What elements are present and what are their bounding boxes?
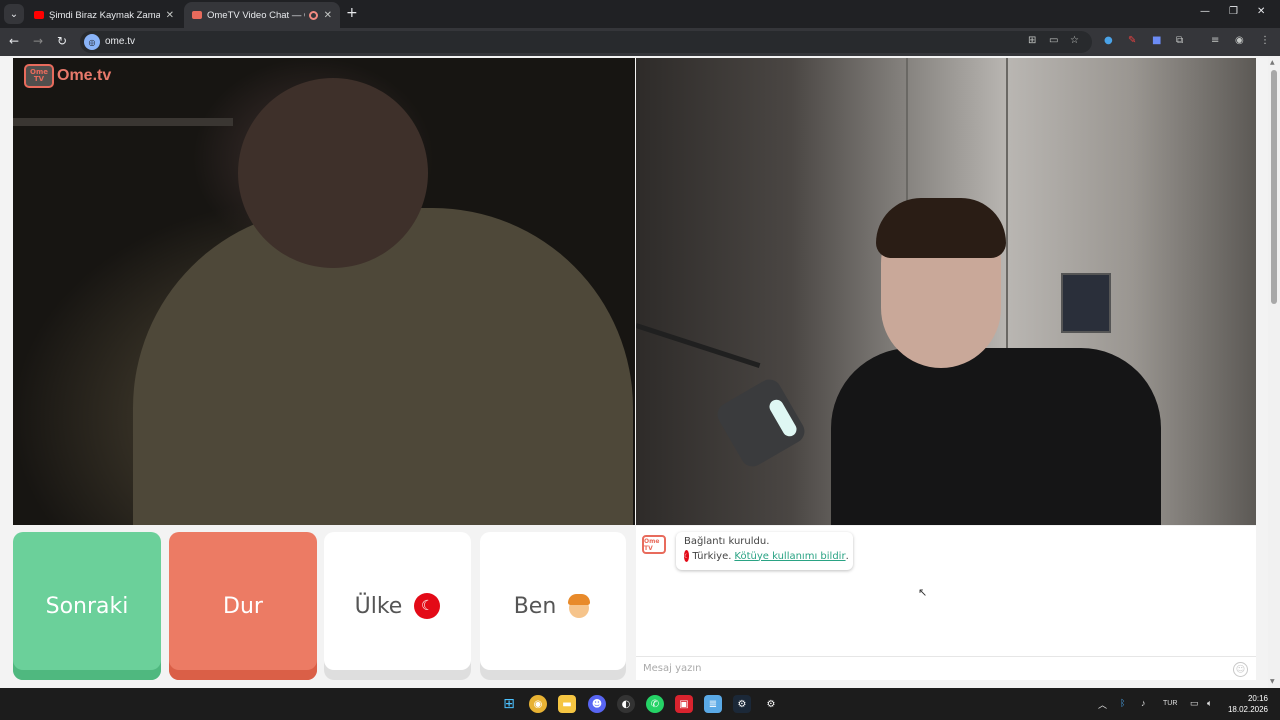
volume-icon[interactable]: 🔈︎ [1207,698,1212,709]
connection-status: Bağlantı kuruldu. [684,536,770,547]
settings-gear-icon[interactable]: ⚙ [762,695,780,713]
bluetooth-icon[interactable]: ᛒ [1120,698,1125,708]
chat-panel: Ome TV Bağlantı kuruldu. ☾ Türkiye. Kötü… [636,526,1256,680]
clock-time: 20:16 [1247,694,1268,703]
ometv-logo-icon: Ome TV [24,64,54,88]
bookmark-star-icon[interactable]: ☆ [1070,35,1079,46]
obs-icon[interactable]: ◐ [617,695,635,713]
whatsapp-icon[interactable]: ✆ [646,695,664,713]
menu-kebab-icon[interactable]: ⋮ [1260,35,1270,46]
extension-blue-icon[interactable]: ● [1104,35,1113,46]
close-tab-icon[interactable]: ✕ [324,10,332,21]
stranger-face [238,78,428,268]
red-app-icon[interactable]: ▣ [675,695,693,713]
ometv-page: Ome TV Ome.tv Sonraki Dur Ülke ☾ Ben Ome… [0,56,1280,688]
tab-ometv[interactable]: OmeTV Video Chat — Ome ✕ [184,2,340,28]
profile-avatar-icon[interactable]: ◉ [1235,35,1244,46]
message-placeholder: Mesaj yazın [643,663,702,674]
network-icon[interactable]: ▭ [1190,698,1199,709]
url-text: ome.tv [105,36,136,47]
extensions-puzzle-icon[interactable]: ⧉ [1176,35,1183,46]
tab-search-button[interactable]: ⌄ [4,4,24,24]
input-language[interactable]: TUR [1163,700,1177,707]
period-text: . [845,550,849,562]
next-label: Sonraki [45,593,129,619]
minimize-icon[interactable]: — [1200,6,1210,17]
tab-youtube[interactable]: Şimdi Biraz Kaymak Zamanısss ✕ [26,2,182,28]
windows-start-icon[interactable]: ⊞ [500,695,518,713]
stop-button[interactable]: Dur [169,532,317,680]
file-explorer-icon[interactable]: ▬ [558,695,576,713]
extension-shield-icon[interactable]: ■ [1152,35,1161,46]
tray-overflow-icon[interactable]: ︿ [1098,698,1107,711]
boy-avatar-icon [566,593,592,619]
scroll-thumb[interactable] [1271,70,1277,304]
forward-icon[interactable]: → [33,34,43,48]
partner-country: Türkiye. [692,550,732,562]
scroll-up-icon[interactable]: ▲ [1270,59,1275,66]
ometv-logo-text: Ome.tv [57,67,112,84]
youtube-icon [34,11,44,19]
country-label: Ülke [354,593,403,619]
system-clock[interactable]: 20:16 18.02.2026 [1226,693,1268,715]
turkey-flag-icon: ☾ [414,593,441,619]
steam-icon[interactable]: ⚙ [733,695,751,713]
restore-icon[interactable]: ❐ [1229,6,1238,17]
ometv-logo: Ome TV Ome.tv [24,64,111,88]
site-info-icon[interactable]: ◎ [84,34,100,50]
reload-icon[interactable]: ↻ [57,34,67,48]
emoji-icon[interactable]: ☺ [1233,662,1248,677]
mic-arm [636,323,761,369]
extension-red-icon[interactable]: ✎ [1128,35,1136,46]
tab-title: OmeTV Video Chat — Ome [207,9,305,21]
new-tab-button[interactable]: + [346,5,358,21]
page-scrollbar[interactable]: ▲ ▼ [1268,56,1280,688]
message-input[interactable]: Mesaj yazın ☺ [636,656,1256,680]
background-shelf [13,118,233,126]
background-monitor [1061,273,1111,333]
microphone-icon[interactable]: ♪ [1141,698,1146,708]
translate-icon[interactable]: ⊞ [1028,35,1036,46]
gender-button[interactable]: Ben [480,532,626,680]
scroll-down-icon[interactable]: ▼ [1270,678,1275,685]
system-message: Bağlantı kuruldu. ☾ Türkiye. Kötüye kull… [676,532,853,570]
self-video [636,58,1256,525]
chevron-down-icon: ⌄ [9,8,19,20]
notepad-icon[interactable]: ≣ [704,695,722,713]
clock-date: 18.02.2026 [1227,705,1268,714]
tab-title: Şimdi Biraz Kaymak Zamanısss [49,9,160,21]
browser-toolbar: ← → ↻ ◎ ome.tv ⊞ ▭ ☆ ● ✎ ■ ⧉ ≡ ◉ ⋮ [0,28,1280,56]
self-shirt [831,348,1161,525]
address-bar[interactable]: ◎ ome.tv [80,31,1092,53]
stop-label: Dur [223,593,263,619]
close-tab-icon[interactable]: ✕ [166,10,174,21]
discord-icon[interactable]: ☻ [588,695,606,713]
mouse-cursor-icon: ↖ [918,586,928,599]
ometv-favicon-icon [192,11,202,19]
stranger-jacket [133,208,633,525]
stranger-video [13,58,635,525]
chat-ometv-icon: Ome TV [642,535,666,554]
next-button[interactable]: Sonraki [13,532,161,680]
self-hair [876,198,1006,258]
country-button[interactable]: Ülke ☾ [324,532,471,680]
turkey-flag-icon: ☾ [684,550,690,562]
back-icon[interactable]: ← [9,34,19,48]
tab-strip: ⌄ Şimdi Biraz Kaymak Zamanısss ✕ OmeTV V… [0,0,1280,28]
gender-label: Ben [513,593,557,619]
report-abuse-link[interactable]: Kötüye kullanımı bildir [734,551,845,562]
chrome-icon[interactable]: ◉ [529,695,547,713]
cast-icon[interactable]: ▭ [1049,35,1058,46]
recording-icon [308,10,318,20]
media-control-icon[interactable]: ≡ [1211,35,1219,46]
close-window-icon[interactable]: ✕ [1257,6,1265,17]
windows-taskbar: ⊞ ◉ ▬ ☻ ◐ ✆ ▣ ≣ ⚙ ⚙ ︿ ᛒ ♪ TUR ▭ 🔈︎ 20:16… [0,688,1280,720]
